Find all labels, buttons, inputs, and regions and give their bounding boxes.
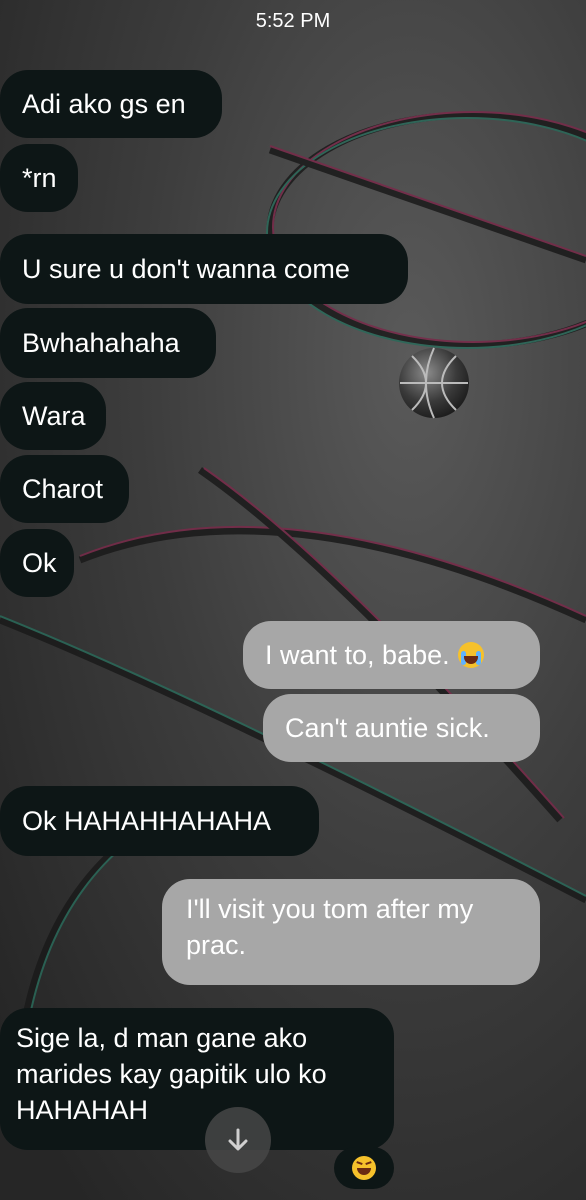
scroll-to-bottom-button[interactable] <box>205 1107 271 1173</box>
message-bubble[interactable]: Adi ako gs en <box>0 70 222 138</box>
message-bubble[interactable]: *rn <box>0 144 78 212</box>
message-bubble-outgoing[interactable]: I want to, babe. <box>243 621 540 689</box>
message-text: Ok <box>22 548 57 578</box>
message-bubble[interactable]: U sure u don't wanna come <box>0 234 408 304</box>
grinning-squinting-face-icon <box>352 1156 376 1180</box>
message-reaction[interactable] <box>334 1147 394 1189</box>
message-bubble-outgoing[interactable]: I'll visit you tom after my prac. <box>162 879 540 985</box>
message-text: U sure u don't wanna come <box>22 254 350 284</box>
message-bubble[interactable]: Ok <box>0 529 74 597</box>
message-bubble[interactable]: Bwhahahaha <box>0 308 216 378</box>
message-text: Can't auntie sick. <box>285 713 490 743</box>
basketball-icon <box>399 347 469 419</box>
message-text: Bwhahahaha <box>22 328 180 358</box>
message-bubble-outgoing[interactable]: Can't auntie sick. <box>263 694 540 762</box>
message-bubble[interactable]: Charot <box>0 455 129 523</box>
message-text: Charot <box>22 474 104 504</box>
loudly-crying-face-icon <box>457 642 484 668</box>
status-time: 5:52 PM <box>255 10 331 32</box>
message-text: I want to, babe. <box>265 640 450 670</box>
message-text: Adi ako gs en <box>22 89 186 119</box>
message-text: I'll visit you tom after my prac. <box>186 894 474 960</box>
message-bubble[interactable]: Sige la, d man gane ako marides kay gapi… <box>0 1008 394 1150</box>
message-bubble[interactable]: Wara <box>0 382 106 450</box>
arrow-down-icon <box>228 1128 248 1151</box>
message-bubble[interactable]: Ok HAHAHHAHAHA <box>0 786 319 856</box>
message-text: Ok HAHAHHAHAHA <box>22 806 272 836</box>
message-text: Sige la, d man gane ako marides kay gapi… <box>16 1023 327 1125</box>
message-text: *rn <box>22 163 57 193</box>
message-text: Wara <box>22 401 86 431</box>
